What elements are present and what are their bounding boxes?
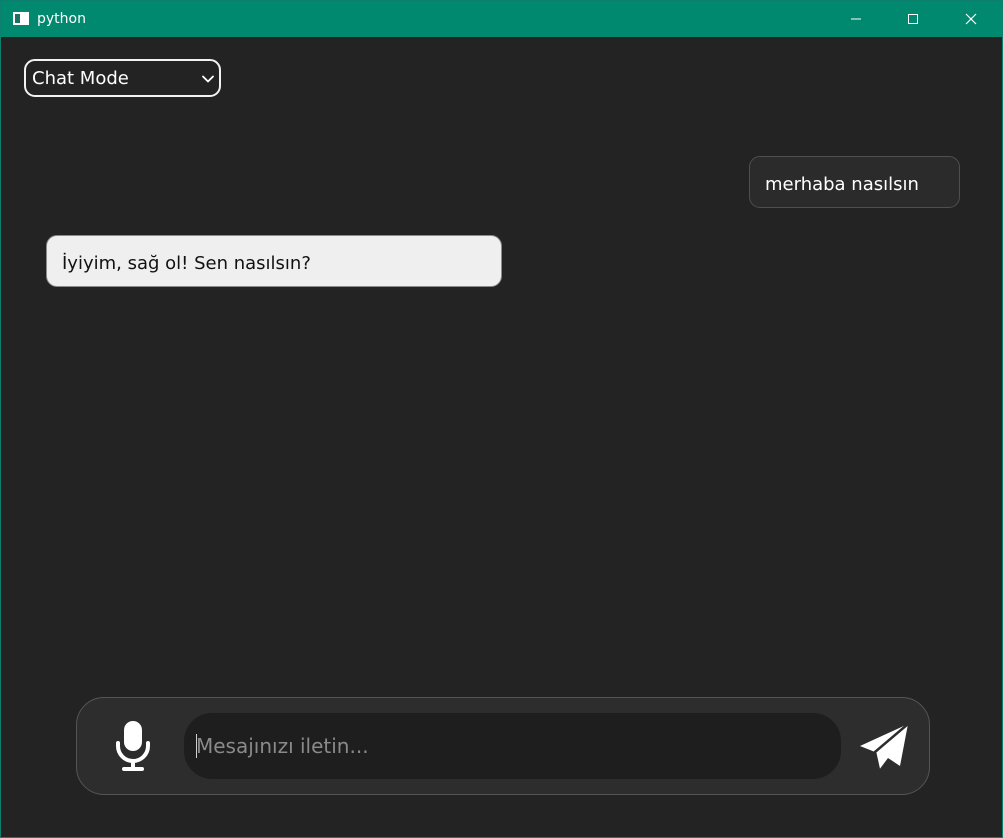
user-message-bubble: merhaba nasılsın — [749, 156, 960, 208]
text-caret — [196, 734, 197, 758]
message-text: İyiyim, sağ ol! Sen nasılsın? — [62, 253, 311, 274]
chevron-down-icon — [202, 75, 214, 83]
mode-select-value: Chat Mode — [32, 68, 129, 89]
message-input[interactable] — [184, 713, 841, 779]
microphone-icon — [116, 721, 150, 771]
send-button[interactable] — [856, 720, 912, 776]
maximize-button[interactable] — [890, 1, 936, 37]
paper-plane-icon — [860, 723, 909, 771]
assistant-message-bubble: İyiyim, sağ ol! Sen nasılsın? — [46, 235, 502, 287]
microphone-button[interactable] — [111, 718, 155, 774]
minimize-button[interactable] — [833, 1, 879, 37]
title-bar[interactable]: python — [1, 1, 1002, 37]
app-window-icon — [13, 12, 29, 25]
window-title: python — [37, 11, 86, 27]
message-composer — [76, 697, 930, 795]
maximize-icon — [908, 14, 918, 24]
message-text: merhaba nasılsın — [765, 174, 919, 195]
minimize-icon — [851, 18, 861, 20]
app-window: python Chat Mode merhaba nasılsın İyiyim… — [0, 0, 1003, 838]
close-icon — [965, 13, 977, 25]
close-button[interactable] — [948, 1, 994, 37]
mode-select[interactable]: Chat Mode — [24, 59, 221, 97]
